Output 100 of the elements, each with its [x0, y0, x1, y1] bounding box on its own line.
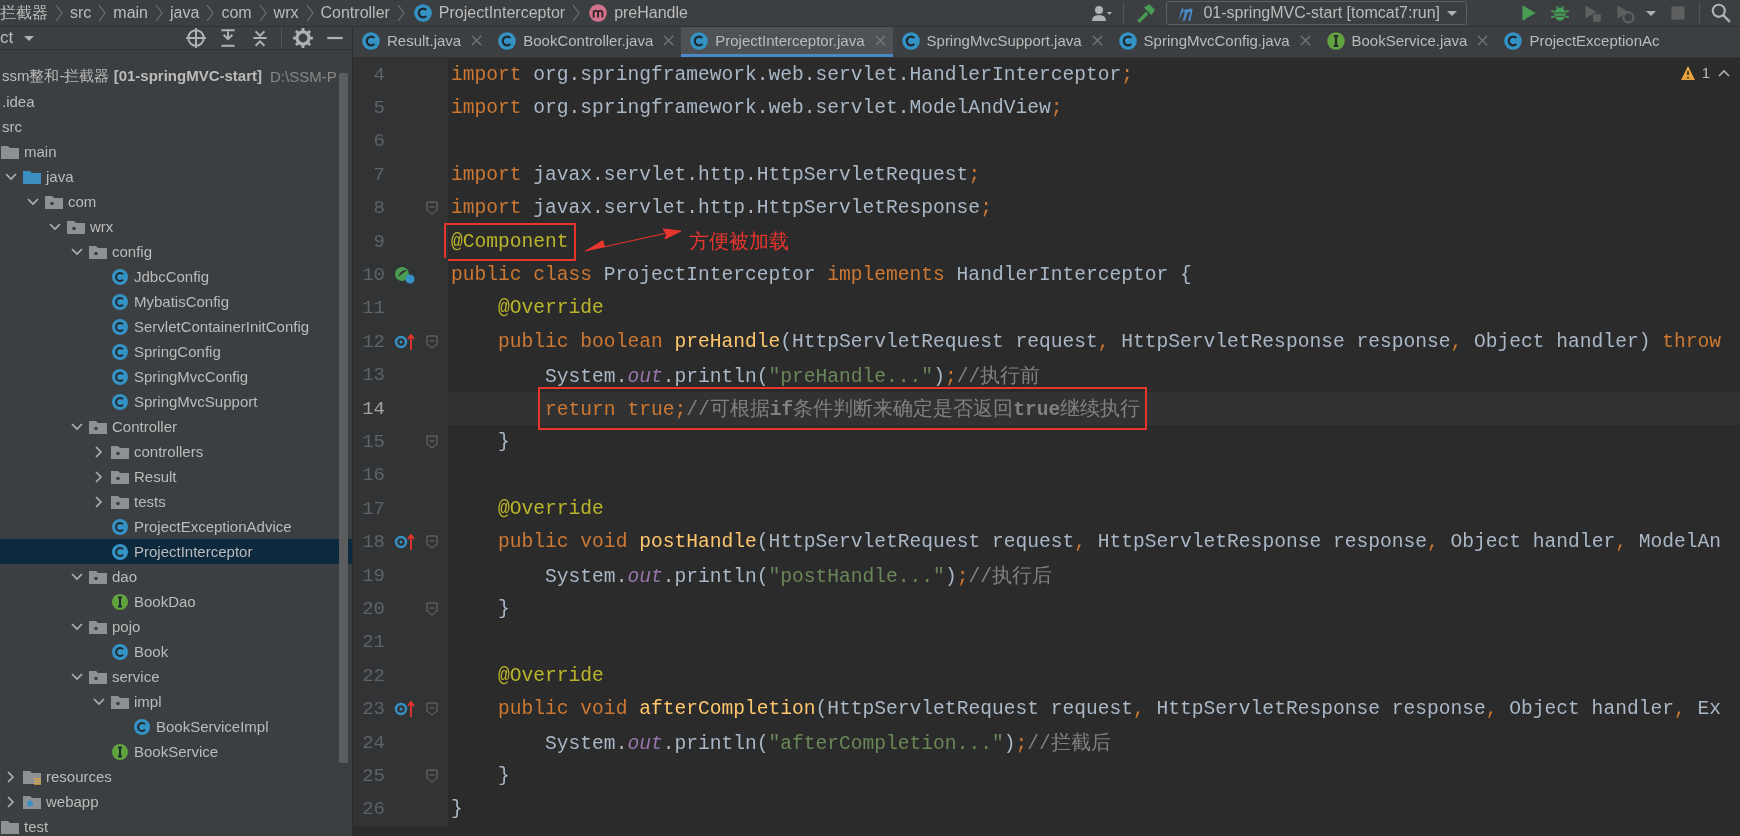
- fold-marker-icon[interactable]: [426, 435, 438, 449]
- tree-row[interactable]: webapp: [0, 789, 352, 814]
- tree-row[interactable]: tests: [0, 489, 352, 514]
- tree-item-label: resources: [46, 768, 112, 785]
- tree-row[interactable]: wrx: [0, 214, 352, 239]
- code-line: import org.springframework.web.servlet.HandlerInterceptor;: [451, 63, 1133, 86]
- fold-marker-icon[interactable]: [426, 535, 438, 550]
- tree-item-label: SpringMvcSupport: [134, 393, 258, 410]
- code-line: }: [451, 798, 463, 821]
- caret-icon: [1446, 9, 1458, 17]
- search-icon[interactable]: [1710, 2, 1732, 24]
- tree-item-label: BookServiceImpl: [156, 718, 269, 735]
- hammer-icon[interactable]: [1134, 2, 1157, 24]
- class-icon: [1502, 29, 1525, 52]
- fold-marker-icon[interactable]: [426, 334, 438, 349]
- tree-row[interactable]: controllers: [0, 439, 352, 464]
- scrollbar[interactable]: [339, 73, 348, 763]
- code-line: @Override: [498, 497, 604, 520]
- line-number: 14: [361, 397, 385, 420]
- warning-icon: [1679, 64, 1696, 81]
- close-icon[interactable]: [874, 35, 886, 46]
- tree-row[interactable]: ProjectExceptionAdvice: [0, 514, 352, 539]
- tree-row[interactable]: BookDao: [0, 589, 352, 614]
- tree-item-label: BookService: [134, 743, 219, 760]
- breadcrumb-item[interactable]: java: [170, 4, 200, 22]
- tree-row[interactable]: java: [0, 164, 352, 189]
- tree-item-label: Controller: [112, 418, 178, 435]
- tree-item-label: controllers: [134, 443, 204, 460]
- tree-row[interactable]: SpringMvcSupport: [0, 389, 352, 414]
- code-line: import org.springframework.web.servlet.ModelAndView;: [451, 97, 1063, 120]
- tree-row[interactable]: ssm整和-拦截器 [01-springMVC-start] D:\SSM-P: [0, 64, 352, 89]
- warning-indicator[interactable]: 1: [1679, 64, 1732, 81]
- tree-row[interactable]: ServletContainerInitConfig: [0, 314, 352, 339]
- tree-row[interactable]: main: [0, 139, 352, 164]
- chevron-icon: [571, 2, 582, 24]
- close-icon[interactable]: [663, 35, 675, 46]
- breadcrumb-item[interactable]: ProjectInterceptor: [411, 2, 566, 24]
- tree-row[interactable]: test: [0, 814, 352, 836]
- panel-title[interactable]: ct: [0, 28, 14, 48]
- code-line: System.out.println("preHandle...");//执行前: [545, 364, 1041, 389]
- tree-item-label: BookDao: [134, 593, 196, 610]
- class-icon: [360, 29, 382, 52]
- fold-marker-icon[interactable]: [426, 702, 438, 717]
- breadcrumb-item[interactable]: main: [113, 4, 148, 22]
- settings-icon[interactable]: [292, 27, 314, 49]
- breadcrumb-item[interactable]: preHandle: [587, 2, 688, 24]
- code-line: import javax.servlet.http.HttpServletRequest;: [451, 163, 981, 186]
- tree-row[interactable]: SpringMvcConfig: [0, 364, 352, 389]
- fold-marker-icon[interactable]: [426, 768, 438, 783]
- fold-marker-icon[interactable]: [426, 601, 438, 616]
- tree-item-label: SpringConfig: [134, 343, 221, 360]
- tree-row[interactable]: BookService: [0, 739, 352, 764]
- code-line: public boolean preHandle(HttpServletRequest request, HttpServletResponse response, Object handler) throw: [498, 330, 1721, 353]
- tree-row[interactable]: Controller: [0, 414, 352, 439]
- tree-item-label: service: [112, 668, 160, 685]
- close-icon[interactable]: [1299, 35, 1311, 46]
- close-icon[interactable]: [471, 35, 483, 46]
- tree-row[interactable]: impl: [0, 689, 352, 714]
- class-icon: [496, 29, 519, 52]
- breadcrumb-item[interactable]: 拦截器: [0, 2, 48, 24]
- tree-row[interactable]: Result: [0, 464, 352, 489]
- tree-row[interactable]: ProjectInterceptor: [0, 539, 352, 564]
- locate-icon[interactable]: [185, 27, 207, 49]
- editor-tab[interactable]: ProjectInterceptor.java: [681, 27, 893, 57]
- caret-icon[interactable]: [1645, 9, 1657, 17]
- tree-row[interactable]: JdbcConfig: [0, 264, 352, 289]
- tree-row[interactable]: .idea: [0, 89, 352, 114]
- tree-row[interactable]: config: [0, 239, 352, 264]
- close-icon[interactable]: [1477, 35, 1489, 46]
- interface-icon: [1324, 29, 1347, 52]
- tree-row[interactable]: BookServiceImpl: [0, 714, 352, 739]
- breadcrumb-item[interactable]: com: [221, 4, 252, 22]
- tree-row[interactable]: service: [0, 664, 352, 689]
- tree-item-label: dao: [112, 568, 138, 585]
- close-icon[interactable]: [1091, 35, 1103, 46]
- tree-row[interactable]: SpringConfig: [0, 339, 352, 364]
- caret-icon[interactable]: [23, 34, 36, 42]
- tree-item-label: JdbcConfig: [134, 268, 210, 285]
- tree-row[interactable]: Book: [0, 639, 352, 664]
- warning-count: 1: [1701, 64, 1710, 81]
- tree-item-label: ServletContainerInitConfig: [134, 318, 310, 335]
- tree-row[interactable]: dao: [0, 564, 352, 589]
- breadcrumb-item[interactable]: wrx: [273, 4, 299, 22]
- class-icon: [110, 341, 130, 362]
- tree-row[interactable]: resources: [0, 764, 352, 789]
- run-configuration-dropdown[interactable]: 01-springMVC-start [tomcat7:run]: [1166, 1, 1467, 25]
- interface-icon: [110, 591, 130, 612]
- code-line: @Override: [498, 297, 604, 320]
- breadcrumb-item[interactable]: Controller: [320, 4, 390, 22]
- tree-row[interactable]: src: [0, 114, 352, 139]
- tree-row[interactable]: MybatisConfig: [0, 289, 352, 314]
- chevron-icon: [205, 2, 216, 24]
- tree-item-label: Book: [134, 643, 169, 660]
- tree-item-label: tests: [134, 493, 166, 510]
- fold-marker-icon[interactable]: [426, 201, 438, 216]
- breadcrumb-item[interactable]: src: [70, 4, 92, 22]
- tree-row[interactable]: pojo: [0, 614, 352, 639]
- class-icon: [110, 641, 130, 662]
- code-line: public void afterCompletion(HttpServletRequest request, HttpServletResponse response, Object handler, Ex: [498, 698, 1721, 721]
- tree-row[interactable]: com: [0, 189, 352, 214]
